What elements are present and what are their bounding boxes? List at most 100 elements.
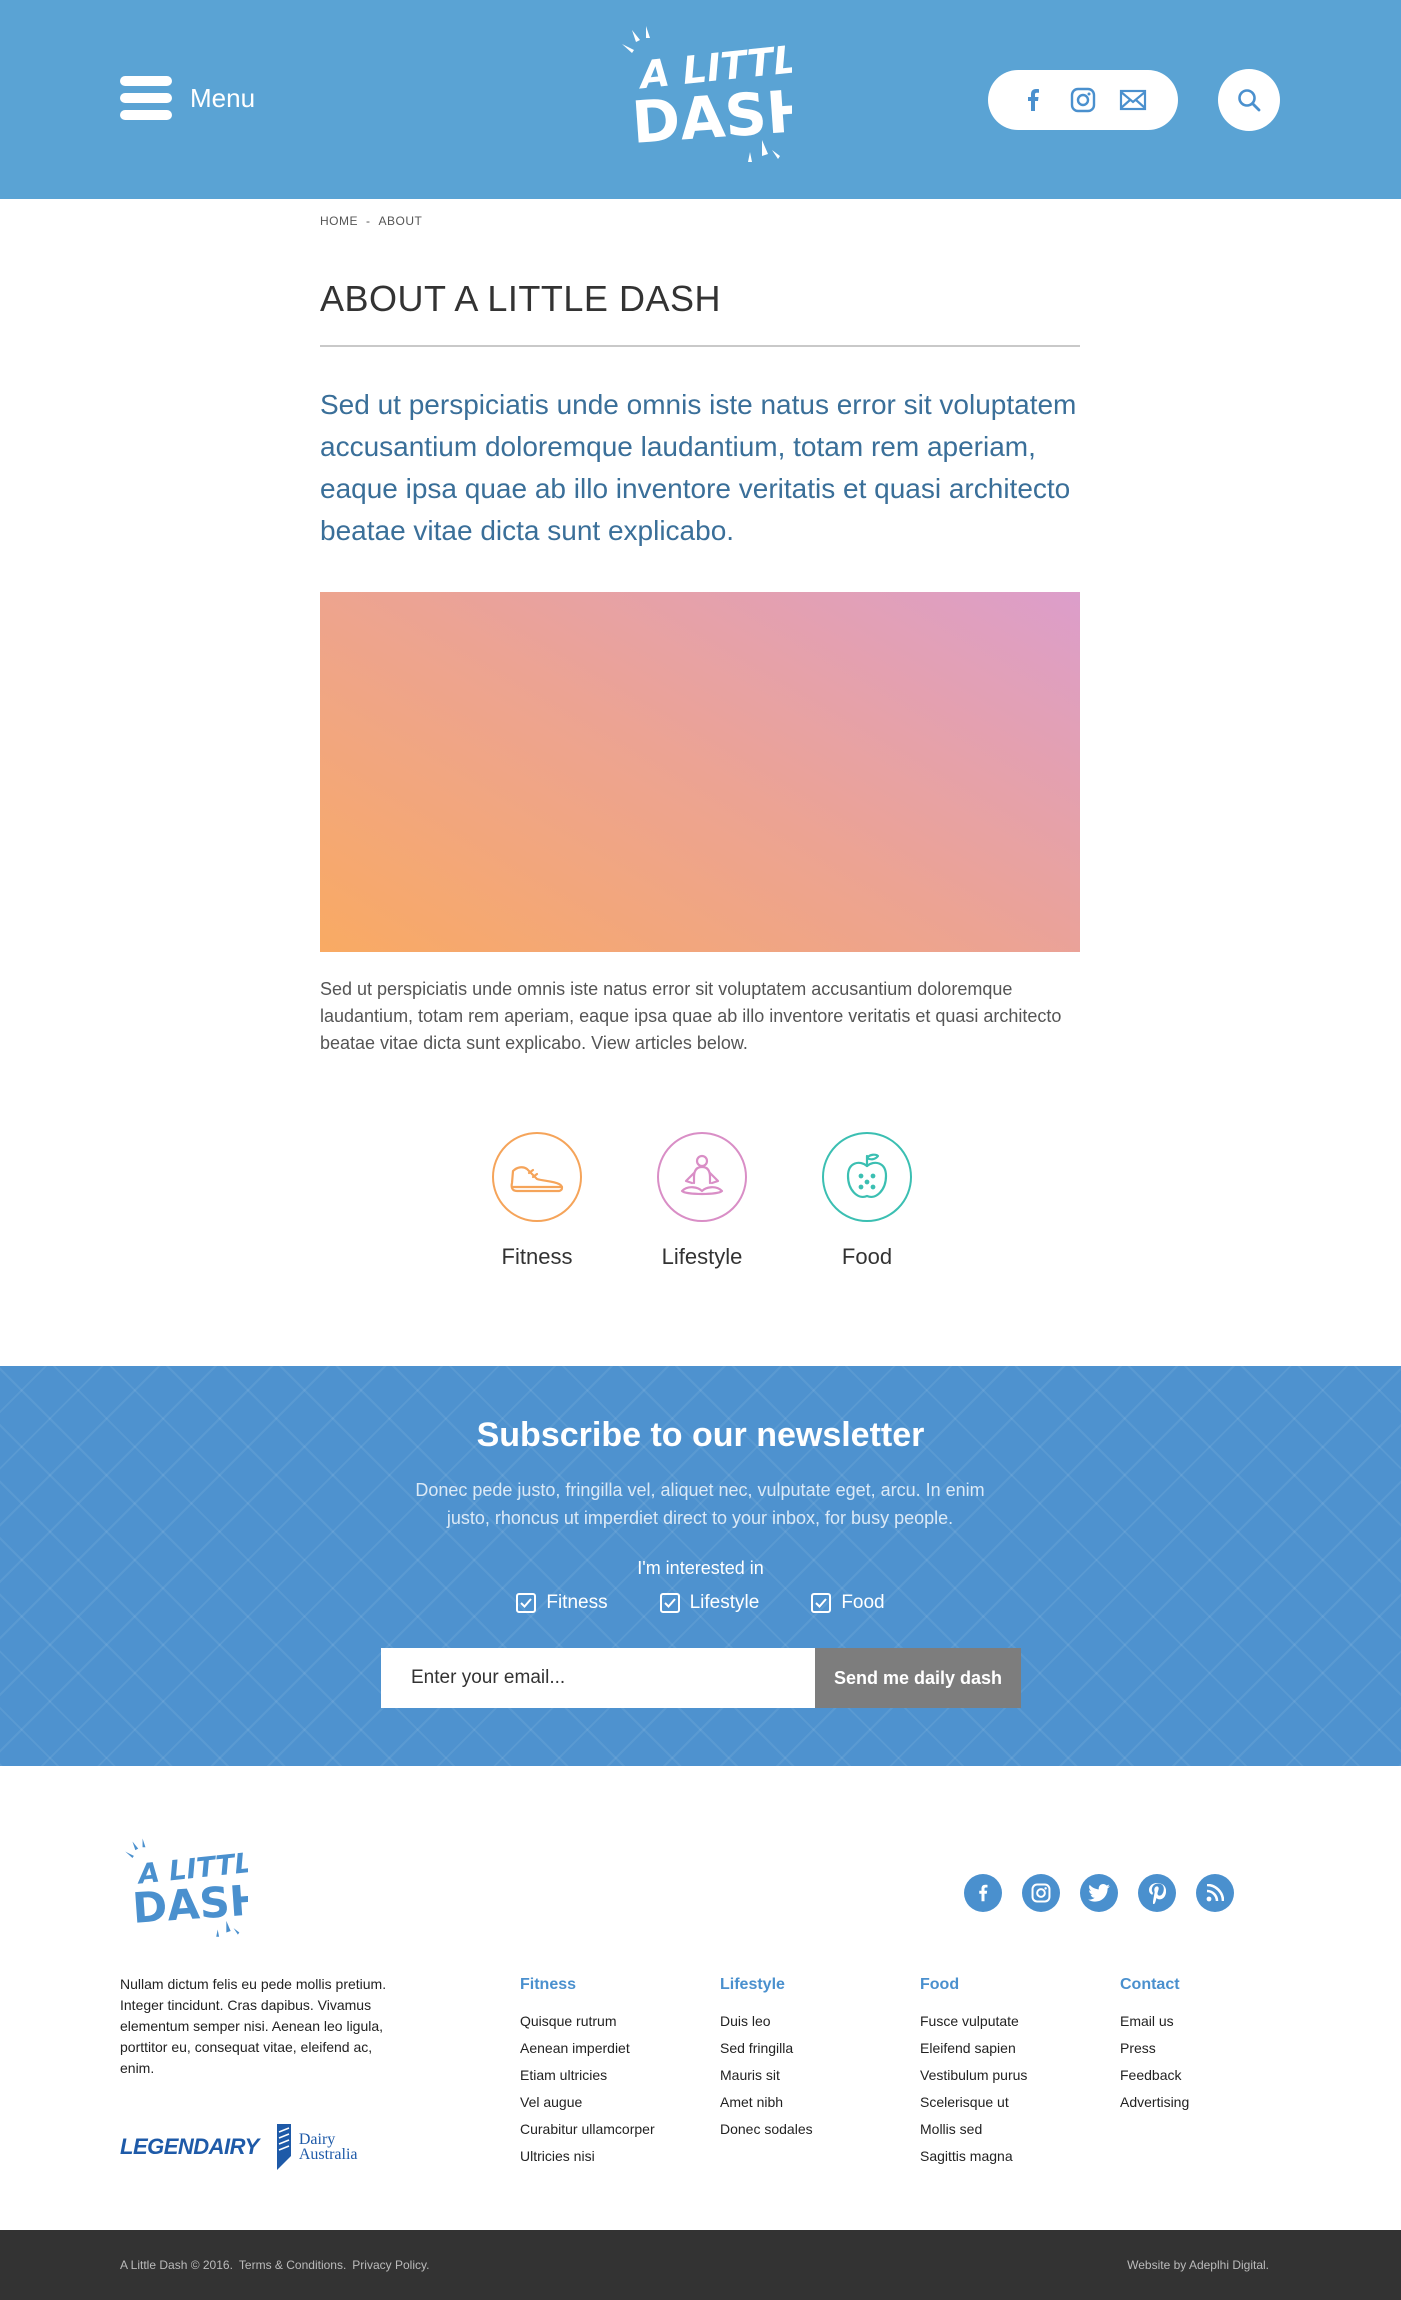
- footer-link[interactable]: Fusce vulputate: [920, 2008, 1120, 2035]
- footer-link[interactable]: Ultricies nisi: [520, 2143, 720, 2170]
- footer-column-heading[interactable]: Contact: [1120, 1976, 1320, 1994]
- footer-link[interactable]: Eleifend sapien: [920, 2035, 1120, 2062]
- checkbox-checked-icon: [811, 1593, 832, 1613]
- category-lifestyle-label: Lifestyle: [661, 1244, 743, 1269]
- newsletter-interest-options: Fitness Lifestyle Food: [0, 1592, 1401, 1614]
- search-icon: [1238, 89, 1261, 112]
- footer-column-heading[interactable]: Fitness: [520, 1976, 720, 1994]
- footer-blurb: Nullam dictum felis eu pede mollis preti…: [120, 1976, 387, 2076]
- pinterest-icon[interactable]: [1138, 1874, 1176, 1912]
- newsletter-description: Donec pede justo, fringilla vel, aliquet…: [415, 1480, 985, 1528]
- subscribe-button[interactable]: Send me daily dash: [815, 1648, 1021, 1708]
- partner-logos: LEGENDAIRY Dairy Australia: [120, 2124, 358, 2170]
- dairy-australia-logo[interactable]: Dairy Australia: [275, 2124, 358, 2170]
- footer-column-food: Food Fusce vulputate Eleifend sapien Ves…: [920, 1976, 1120, 2170]
- legendairy-logo[interactable]: LEGENDAIRY: [120, 2134, 259, 2160]
- copyright-text: A Little Dash © 2016.: [120, 2258, 233, 2272]
- header-social-links: [988, 70, 1178, 130]
- checkbox-checked-icon: [516, 1593, 537, 1613]
- footer-column-fitness: Fitness Quisque rutrum Aenean imperdiet …: [520, 1976, 720, 2170]
- site-header: Menu A LITTLE DASH: [0, 0, 1401, 199]
- footer-link[interactable]: Email us: [1120, 2008, 1320, 2035]
- category-fitness[interactable]: Fitness: [472, 1132, 602, 1270]
- meditation-icon: [657, 1132, 747, 1222]
- category-food[interactable]: Food: [802, 1132, 932, 1270]
- breadcrumb-home[interactable]: HOME: [320, 214, 358, 228]
- footer-link[interactable]: Curabitur ullamcorper: [520, 2116, 720, 2143]
- breadcrumb-separator: -: [366, 214, 371, 228]
- page-title: ABOUT A LITTLE DASH: [320, 278, 721, 319]
- footer-link[interactable]: Sagittis magna: [920, 2143, 1120, 2170]
- breadcrumb: HOME - ABOUT: [320, 214, 422, 228]
- apple-icon: [822, 1132, 912, 1222]
- checkbox-lifestyle-label: Lifestyle: [689, 1592, 760, 1613]
- footer-link[interactable]: Aenean imperdiet: [520, 2035, 720, 2062]
- footer-social-links: [964, 1874, 1234, 1912]
- newsletter-title: Subscribe to our newsletter: [476, 1416, 925, 1454]
- footer-legal: A Little Dash © 2016. Terms & Conditions…: [120, 2258, 429, 2272]
- title-divider: [320, 345, 1080, 347]
- dairy-australia-text: Dairy Australia: [298, 2131, 358, 2163]
- site-credit[interactable]: Website by Adeplhi Digital.: [1127, 2258, 1269, 2272]
- checkbox-fitness[interactable]: Fitness: [516, 1592, 608, 1614]
- checkbox-lifestyle[interactable]: Lifestyle: [659, 1592, 760, 1614]
- footer-link[interactable]: Etiam ultricies: [520, 2062, 720, 2089]
- logo-text-line2: DASH: [630, 76, 792, 157]
- dairy-australia-line1: Dairy: [298, 2131, 336, 2148]
- footer-link[interactable]: Quisque rutrum: [520, 2008, 720, 2035]
- footer-column-lifestyle: Lifestyle Duis leo Sed fringilla Mauris …: [720, 1976, 920, 2170]
- checkbox-food[interactable]: Food: [811, 1592, 885, 1614]
- footer-link[interactable]: Vel augue: [520, 2089, 720, 2116]
- newsletter-interest-label: I'm interested in: [637, 1558, 764, 1578]
- footer-link[interactable]: Vestibulum purus: [920, 2062, 1120, 2089]
- checkbox-fitness-label: Fitness: [546, 1592, 608, 1613]
- lead-paragraph: Sed ut perspiciatis unde omnis iste natu…: [320, 389, 1077, 546]
- body-paragraph: Sed ut perspiciatis unde omnis iste natu…: [320, 979, 1062, 1053]
- footer-logo[interactable]: A LITTLE DASH: [118, 1834, 248, 1950]
- footer-column-contact: Contact Email us Press Feedback Advertis…: [1120, 1976, 1320, 2170]
- footer-link[interactable]: Mauris sit: [720, 2062, 920, 2089]
- instagram-icon[interactable]: [1022, 1874, 1060, 1912]
- category-fitness-label: Fitness: [501, 1244, 573, 1269]
- terms-link[interactable]: Terms & Conditions.: [239, 2258, 346, 2272]
- breadcrumb-current: ABOUT: [378, 214, 423, 228]
- footer-link[interactable]: Duis leo: [720, 2008, 920, 2035]
- footer-column-heading[interactable]: Food: [920, 1976, 1120, 1994]
- email-icon[interactable]: [1118, 85, 1148, 115]
- privacy-link[interactable]: Privacy Policy.: [352, 2258, 429, 2272]
- rss-icon[interactable]: [1196, 1874, 1234, 1912]
- dairy-australia-line2: Australia: [298, 2146, 358, 2163]
- newsletter-form: Send me daily dash: [381, 1648, 1021, 1708]
- footer-link[interactable]: Donec sodales: [720, 2116, 920, 2143]
- instagram-icon[interactable]: [1068, 85, 1098, 115]
- footer-link[interactable]: Amet nibh: [720, 2089, 920, 2116]
- email-input[interactable]: [381, 1648, 815, 1708]
- footer-bottom-bar: A Little Dash © 2016. Terms & Conditions…: [0, 2230, 1401, 2300]
- footer-link[interactable]: Feedback: [1120, 2062, 1320, 2089]
- menu-label: Menu: [190, 82, 256, 113]
- category-food-label: Food: [841, 1244, 893, 1269]
- shoe-icon: [492, 1132, 582, 1222]
- hero-image: [320, 592, 1080, 952]
- search-button[interactable]: [1218, 69, 1280, 131]
- newsletter-section: Subscribe to our newsletter Donec pede j…: [0, 1366, 1401, 1766]
- footer-logo-text-line2: DASH: [131, 1875, 248, 1933]
- site-logo[interactable]: A LITTLE DASH: [612, 20, 792, 180]
- facebook-icon[interactable]: [1018, 85, 1048, 115]
- footer-link[interactable]: Advertising: [1120, 2089, 1320, 2116]
- twitter-icon[interactable]: [1080, 1874, 1118, 1912]
- footer-link[interactable]: Mollis sed: [920, 2116, 1120, 2143]
- footer-link-columns: Fitness Quisque rutrum Aenean imperdiet …: [520, 1976, 1320, 2170]
- footer-link[interactable]: Scelerisque ut: [920, 2089, 1120, 2116]
- category-lifestyle[interactable]: Lifestyle: [637, 1132, 767, 1270]
- menu-button[interactable]: Menu: [120, 76, 255, 120]
- footer-link[interactable]: Press: [1120, 2035, 1320, 2062]
- hamburger-icon: [120, 76, 172, 120]
- checkbox-food-label: Food: [841, 1592, 885, 1613]
- checkbox-checked-icon: [659, 1593, 680, 1613]
- facebook-icon[interactable]: [964, 1874, 1002, 1912]
- footer-link[interactable]: Sed fringilla: [720, 2035, 920, 2062]
- category-links: Fitness Lifestyle Food: [472, 1132, 932, 1270]
- dairy-australia-icon: [276, 2124, 291, 2170]
- footer-column-heading[interactable]: Lifestyle: [720, 1976, 920, 1994]
